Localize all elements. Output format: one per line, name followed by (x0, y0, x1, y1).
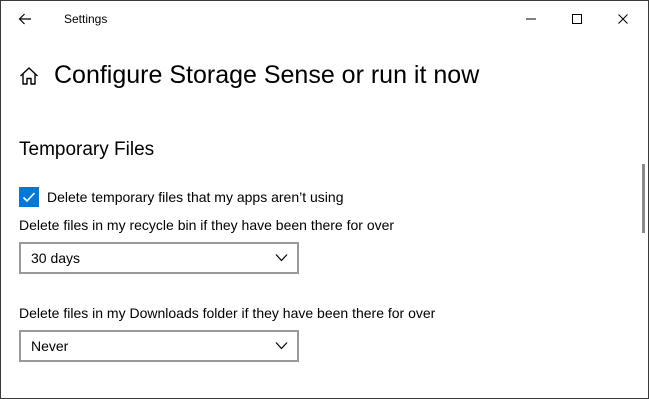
chevron-down-icon (275, 254, 288, 262)
back-button[interactable] (9, 4, 41, 34)
maximize-icon (572, 14, 582, 24)
back-arrow-icon (18, 13, 31, 25)
page-title: Configure Storage Sense or run it now (54, 61, 480, 89)
downloads-dropdown-value: Never (31, 338, 69, 354)
scrollbar-thumb[interactable] (642, 164, 645, 233)
minimize-icon (526, 18, 536, 20)
downloads-label: Delete files in my Downloads folder if t… (19, 305, 436, 321)
chevron-down-icon (275, 342, 288, 350)
settings-window: Settings Configure Storage Sense or run … (0, 0, 649, 399)
recycle-bin-dropdown-value: 30 days (31, 250, 81, 266)
recycle-bin-label: Delete files in my recycle bin if they h… (19, 217, 395, 233)
minimize-button[interactable] (508, 1, 554, 37)
home-icon (20, 67, 38, 85)
window-title: Settings (64, 12, 108, 26)
home-button[interactable] (18, 65, 40, 87)
maximize-button[interactable] (554, 1, 600, 37)
title-bar: Settings (1, 1, 648, 37)
checkmark-icon (22, 192, 36, 203)
delete-temp-files-checkbox[interactable] (19, 187, 39, 207)
close-icon (618, 14, 628, 24)
close-button[interactable] (600, 1, 646, 37)
downloads-dropdown[interactable]: Never (19, 330, 299, 362)
recycle-bin-dropdown[interactable]: 30 days (19, 242, 299, 274)
delete-temp-files-label[interactable]: Delete temporary files that my apps aren… (47, 188, 343, 206)
section-title-temporary-files: Temporary Files (19, 139, 155, 160)
